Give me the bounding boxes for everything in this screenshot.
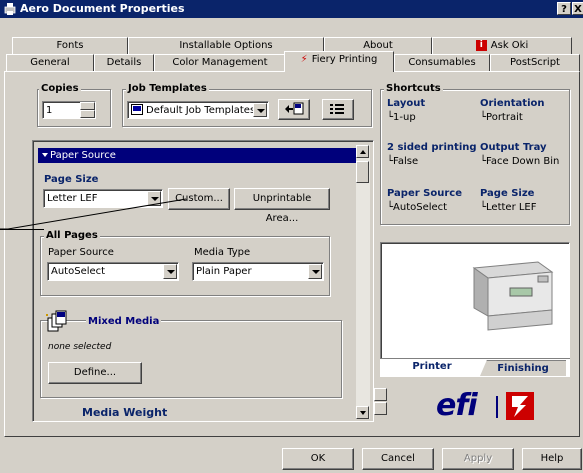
copies-down-arrow-icon[interactable] — [80, 110, 95, 118]
help-button[interactable]: Help — [522, 448, 582, 470]
close-button[interactable]: X — [572, 2, 583, 15]
media-weight-label: Media Weight — [82, 406, 168, 419]
save-template-icon — [285, 102, 304, 115]
tab-fiery-printing[interactable]: ⚡ Fiery Printing — [284, 51, 394, 72]
paper-source-header: Paper Source — [50, 150, 116, 161]
oki-info-icon: i — [475, 39, 487, 51]
help-title-button[interactable]: ? — [557, 2, 571, 15]
fiery-logo — [506, 392, 534, 420]
scroll-up-icon[interactable] — [356, 145, 369, 158]
fiery-flame-icon: ⚡ — [300, 54, 308, 65]
printer-image-icon — [472, 261, 554, 331]
output-tray-label[interactable]: Output Tray — [480, 142, 547, 153]
chevron-down-icon[interactable] — [308, 264, 322, 279]
scroll-down-icon[interactable] — [356, 406, 369, 419]
stepper-up-icon[interactable] — [374, 388, 387, 401]
collapse-arrow-icon[interactable] — [42, 153, 48, 157]
paper-source-field-label: Paper Source — [48, 247, 114, 258]
job-templates-label: Job Templates — [126, 83, 209, 94]
shortcut-page-size-value: └Letter LEF — [480, 202, 537, 213]
mixed-media-status: none selected — [48, 342, 112, 352]
cancel-button[interactable]: Cancel — [362, 448, 434, 470]
title-bar[interactable]: Aero Document Properties ? X — [0, 0, 583, 18]
tab-fonts[interactable]: Fonts — [12, 37, 128, 54]
dialog-window: Aero Document Properties ? X Fonts Insta… — [0, 0, 583, 473]
orientation-label[interactable]: Orientation — [480, 98, 545, 109]
tab-consumables[interactable]: Consumables — [394, 54, 490, 71]
media-type-dropdown[interactable]: Plain Paper — [192, 262, 324, 281]
shortcut-paper-source-label[interactable]: Paper Source — [387, 188, 462, 199]
efi-logo: efi — [436, 388, 478, 423]
mixed-media-icon — [46, 310, 67, 332]
shortcut-paper-source-value: └AutoSelect — [387, 202, 448, 213]
layout-value: └1-up — [387, 112, 416, 123]
copies-up-arrow-icon[interactable] — [80, 102, 95, 110]
layout-label[interactable]: Layout — [387, 98, 425, 109]
printer-preview-tab[interactable]: Printer — [388, 359, 476, 376]
list-edit-icon — [330, 104, 344, 114]
callout-leader — [0, 198, 187, 230]
chevron-down-icon[interactable] — [253, 103, 267, 117]
two-sided-value: └False — [387, 156, 419, 167]
chevron-down-icon[interactable] — [163, 264, 177, 279]
tab-ask-oki[interactable]: i Ask Oki — [432, 37, 572, 54]
window-title: Aero Document Properties — [20, 2, 185, 15]
copies-spinner[interactable] — [80, 102, 95, 118]
stepper-down-icon[interactable] — [374, 402, 387, 415]
preview-stepper[interactable] — [374, 388, 387, 416]
mixed-media-label: Mixed Media — [86, 316, 162, 327]
settings-scrollbar[interactable] — [356, 145, 370, 419]
two-sided-label[interactable]: 2 sided printing — [387, 142, 477, 153]
paper-source-header-bar[interactable]: Paper Source — [38, 148, 356, 163]
ok-button[interactable]: OK — [282, 448, 354, 470]
apply-button[interactable]: Apply — [442, 448, 514, 470]
page-size-label: Page Size — [44, 174, 99, 185]
define-button[interactable]: Define... — [48, 362, 142, 384]
tab-postscript[interactable]: PostScript — [490, 54, 580, 71]
unprintable-area-button[interactable]: Unprintable Area... — [234, 188, 330, 224]
manage-templates-button[interactable] — [322, 99, 354, 120]
media-type-field-label: Media Type — [194, 247, 251, 258]
tab-color-management[interactable]: Color Management — [154, 54, 286, 71]
mixed-media-group — [40, 320, 342, 398]
shortcuts-label: Shortcuts — [384, 83, 443, 94]
shortcut-page-size-label[interactable]: Page Size — [480, 188, 534, 199]
printer-icon — [4, 3, 16, 15]
save-template-button[interactable] — [278, 99, 310, 120]
tab-details[interactable]: Details — [94, 54, 154, 71]
logo-divider — [496, 396, 498, 418]
finishing-preview-tab[interactable]: Finishing — [480, 360, 566, 376]
scroll-thumb[interactable] — [356, 161, 369, 183]
paper-source-dropdown[interactable]: AutoSelect — [47, 262, 179, 281]
tab-general[interactable]: General — [6, 54, 94, 71]
copies-label: Copies — [39, 83, 81, 94]
all-pages-label: All Pages — [44, 230, 100, 241]
template-icon — [131, 104, 143, 115]
orientation-value: └Portrait — [480, 112, 523, 123]
job-templates-dropdown[interactable]: Default Job Templates — [127, 101, 269, 119]
output-tray-value: └Face Down Bin — [480, 156, 560, 167]
